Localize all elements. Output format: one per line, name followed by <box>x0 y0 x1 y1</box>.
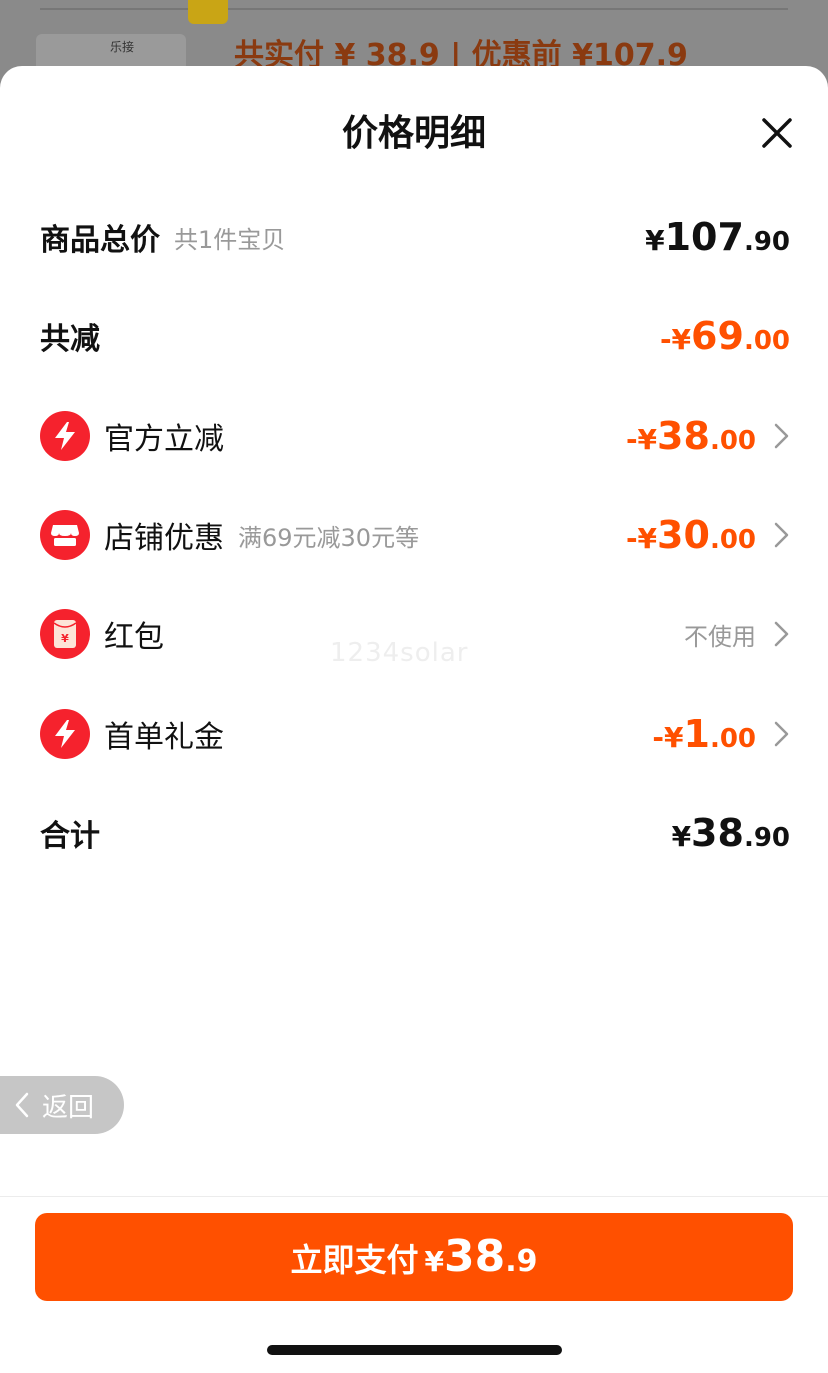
red-packet-label: 红包 <box>104 620 164 655</box>
official-discount-label: 官方立减 <box>104 422 224 457</box>
price-detail-sheet: 价格明细 商品总价 共1件宝贝 ¥107.90 共减 -¥ 69.00 官方立减 … <box>0 66 828 1373</box>
sheet-title: 价格明细 <box>341 113 486 154</box>
chevron-right-icon <box>774 721 789 747</box>
discount-total-row: 共减 -¥ 69.00 <box>40 306 790 366</box>
back-button-label: 返回 <box>42 1092 95 1123</box>
chevron-right-icon <box>774 423 789 449</box>
chevron-right-icon <box>774 522 789 548</box>
shop-discount-detail: 满69元减30元等 <box>238 523 420 552</box>
item-count: 共1件宝贝 <box>174 225 286 254</box>
pay-currency: ¥ <box>424 1245 444 1278</box>
subtotal-row: 商品总价 共1件宝贝 ¥107.90 <box>40 207 790 267</box>
chevron-right-icon <box>774 621 789 647</box>
discount-total-label: 共减 <box>40 322 100 357</box>
chevron-left-icon <box>15 1092 29 1118</box>
red-envelope-icon: ¥ <box>40 609 90 659</box>
background-thumb-text: 乐接 <box>110 40 135 54</box>
svg-text:¥: ¥ <box>61 632 69 645</box>
back-button[interactable]: 返回 <box>0 1076 124 1134</box>
discount-total-amount: -¥ 69.00 <box>659 314 790 358</box>
lightning-icon <box>40 411 90 461</box>
pay-now-label: 立即支付 <box>290 1241 419 1279</box>
home-indicator[interactable] <box>267 1345 562 1355</box>
subtotal-label: 商品总价 <box>40 223 160 258</box>
background-badge <box>188 0 228 24</box>
lightning-icon <box>40 709 90 759</box>
official-discount-amount: -¥ 38.00 <box>625 414 756 458</box>
footer-divider <box>0 1196 828 1197</box>
first-order-gift-row[interactable]: 首单礼金 -¥ 1.00 <box>40 704 790 764</box>
red-packet-status: 不使用 <box>684 622 756 651</box>
first-order-gift-amount: -¥ 1.00 <box>652 712 756 756</box>
total-amount: ¥38.90 <box>671 811 790 855</box>
pay-now-button[interactable]: 立即支付 ¥ 38 .9 <box>35 1213 793 1301</box>
close-icon[interactable] <box>760 116 794 150</box>
store-icon <box>40 510 90 560</box>
shop-discount-label: 店铺优惠 <box>104 521 224 556</box>
subtotal-amount: ¥107.90 <box>645 215 790 259</box>
watermark: 1234solar <box>330 638 469 668</box>
pay-amount-dec: .9 <box>505 1244 538 1279</box>
pay-amount-int: 38 <box>443 1231 506 1282</box>
total-row: 合计 ¥38.90 <box>40 803 790 863</box>
total-label: 合计 <box>40 819 100 854</box>
official-discount-row[interactable]: 官方立减 -¥ 38.00 <box>40 406 790 466</box>
first-order-gift-label: 首单礼金 <box>104 720 224 755</box>
shop-discount-amount: -¥ 30.00 <box>625 513 756 557</box>
shop-discount-row[interactable]: 店铺优惠 满69元减30元等 -¥ 30.00 <box>40 505 790 565</box>
background-divider <box>40 8 788 10</box>
